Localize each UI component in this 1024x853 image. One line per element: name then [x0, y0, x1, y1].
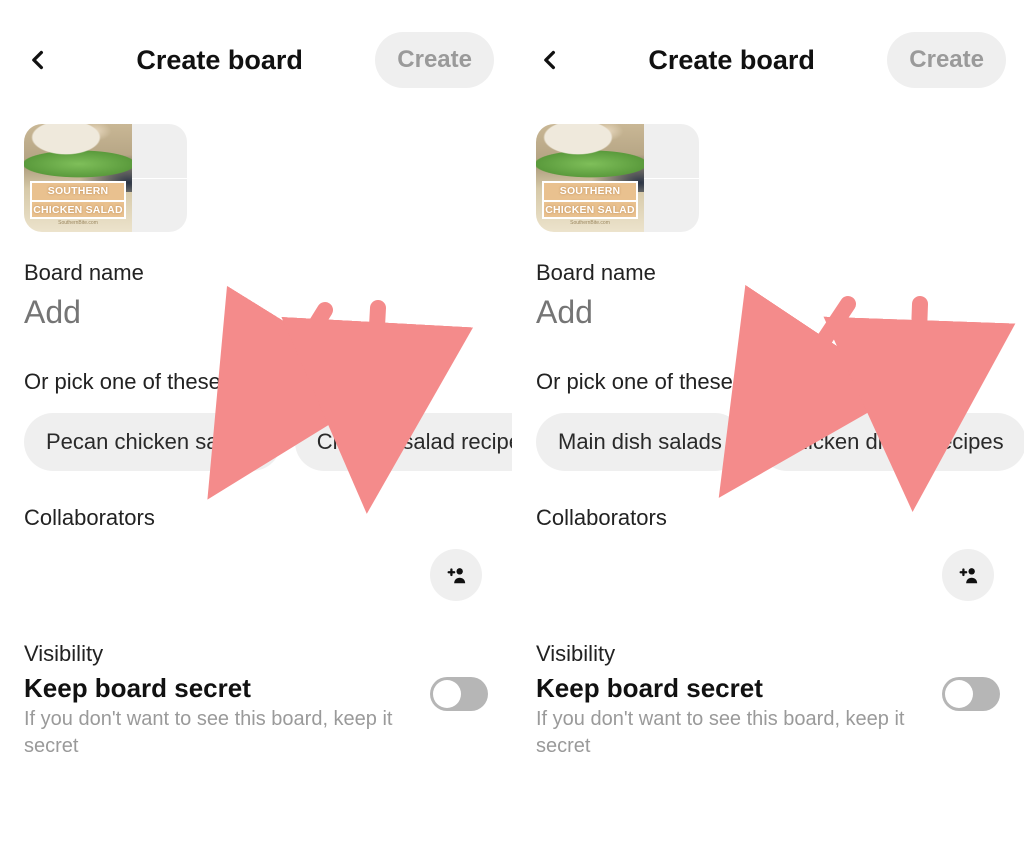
suggestion-chip[interactable]: Chicken salad recipes: [295, 413, 512, 471]
header: Create board Create: [512, 0, 1024, 110]
thumb-text-line2: CHICKEN SALAD: [30, 200, 126, 219]
collaborators-row: [536, 549, 1000, 601]
secret-text: Keep board secret If you don't want to s…: [536, 673, 906, 760]
visibility-label: Visibility: [536, 641, 1000, 667]
pin-thumbnail: SOUTHERN PECAN CHICKEN SALAD SouthernBit…: [536, 124, 644, 232]
thumb-text-line2: CHICKEN SALAD: [542, 200, 638, 219]
suggestion-chips: Pecan chicken salads Chicken salad recip…: [24, 413, 488, 471]
add-person-icon: [957, 565, 979, 585]
header: Create board Create: [0, 0, 512, 110]
pin-thumbnail-side: [132, 124, 187, 232]
pin-preview-row: SOUTHERN PECAN CHICKEN SALAD SouthernBit…: [536, 124, 1000, 232]
create-board-panel-right: Create board Create SOUTHERN PECAN CHICK…: [512, 0, 1024, 853]
add-collaborator-button[interactable]: [942, 549, 994, 601]
create-button[interactable]: Create: [887, 32, 1006, 88]
content: SOUTHERN PECAN CHICKEN SALAD SouthernBit…: [0, 124, 512, 760]
page-title: Create board: [64, 45, 375, 76]
secret-title: Keep board secret: [536, 673, 906, 704]
collaborators-row: [24, 549, 488, 601]
pick-one-label: Or pick one of these:: [536, 369, 1000, 395]
secret-subtitle: If you don't want to see this board, kee…: [24, 706, 394, 760]
thumb-site: SouthernBite.com: [536, 220, 644, 226]
create-button[interactable]: Create: [375, 32, 494, 88]
pin-thumbnail-side: [644, 124, 699, 232]
suggestion-chips: Main dish salads Chicken dinner recipes: [536, 413, 1000, 471]
board-name-input[interactable]: [24, 290, 488, 341]
add-collaborator-button[interactable]: [430, 549, 482, 601]
chevron-left-icon: [28, 49, 48, 71]
back-button[interactable]: [18, 40, 58, 80]
content: SOUTHERN PECAN CHICKEN SALAD SouthernBit…: [512, 124, 1024, 760]
secret-title: Keep board secret: [24, 673, 394, 704]
suggestion-chip[interactable]: Pecan chicken salads: [24, 413, 281, 471]
secret-toggle[interactable]: [942, 677, 1000, 711]
back-button[interactable]: [530, 40, 570, 80]
add-person-icon: [445, 565, 467, 585]
suggestion-chip[interactable]: Main dish salads: [536, 413, 744, 471]
collaborators-label: Collaborators: [536, 505, 1000, 531]
secret-toggle[interactable]: [430, 677, 488, 711]
suggestion-chip[interactable]: Chicken dinner recipes: [758, 413, 1024, 471]
page-title: Create board: [576, 45, 887, 76]
secret-row: Keep board secret If you don't want to s…: [24, 673, 488, 760]
board-name-label: Board name: [536, 260, 1000, 286]
thumb-site: SouthernBite.com: [24, 220, 132, 226]
secret-row: Keep board secret If you don't want to s…: [536, 673, 1000, 760]
create-board-panel-left: Create board Create SOUTHERN PECAN CHICK…: [0, 0, 512, 853]
board-name-label: Board name: [24, 260, 488, 286]
pick-one-label: Or pick one of these:: [24, 369, 488, 395]
pin-preview-row: SOUTHERN PECAN CHICKEN SALAD SouthernBit…: [24, 124, 488, 232]
visibility-label: Visibility: [24, 641, 488, 667]
secret-text: Keep board secret If you don't want to s…: [24, 673, 394, 760]
pin-thumbnail: SOUTHERN PECAN CHICKEN SALAD SouthernBit…: [24, 124, 132, 232]
secret-subtitle: If you don't want to see this board, kee…: [536, 706, 906, 760]
chevron-left-icon: [540, 49, 560, 71]
collaborators-label: Collaborators: [24, 505, 488, 531]
board-name-input[interactable]: [536, 290, 1000, 341]
